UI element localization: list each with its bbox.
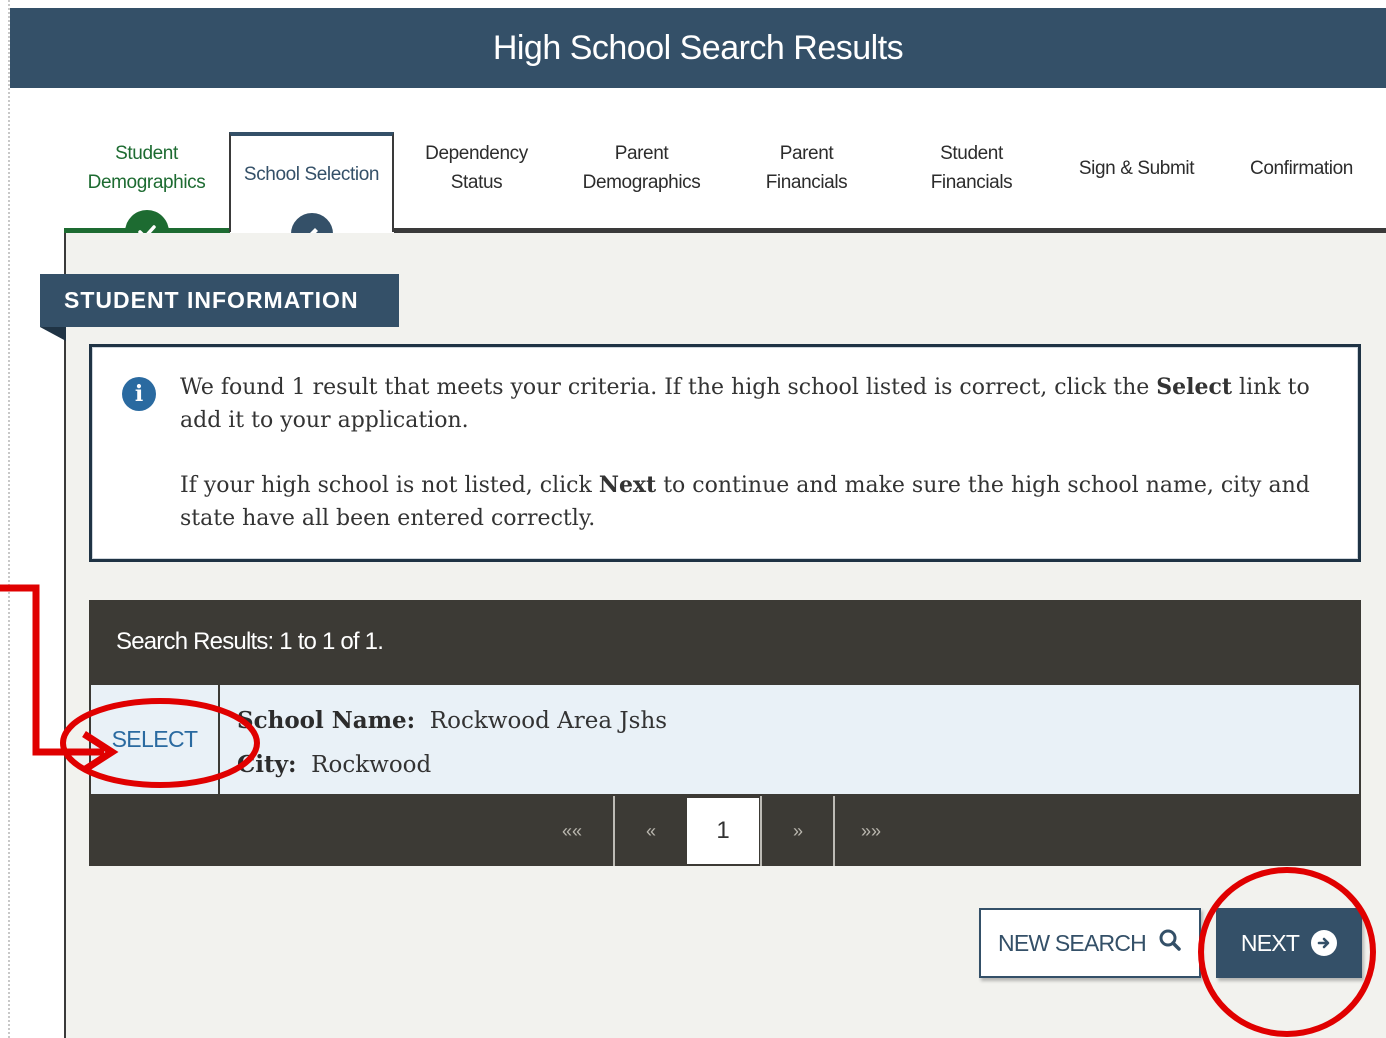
school-name-label: School Name: <box>237 707 416 734</box>
progress-steps: Student Demographics School Selection Dep… <box>64 130 1386 258</box>
info-text: We found 1 result that meets your criter… <box>180 374 1310 531</box>
step-parent-financials[interactable]: Parent Financials <box>724 130 889 230</box>
pagination: «« « 1 » »» <box>89 796 1361 866</box>
step-confirmation[interactable]: Confirmation <box>1219 130 1384 230</box>
new-search-button[interactable]: NEW SEARCH <box>979 908 1201 978</box>
info-icon: i <box>122 377 156 411</box>
pagination-last[interactable]: »» <box>833 796 907 866</box>
school-name-value: Rockwood Area Jshs <box>429 708 668 734</box>
step-sign-submit[interactable]: Sign & Submit <box>1054 130 1219 230</box>
school-info: School Name: Rockwood Area Jshs City: Ro… <box>237 699 667 787</box>
step-parent-demographics[interactable]: Parent Demographics <box>559 130 724 230</box>
school-city-label: City: <box>237 751 297 778</box>
school-city-value: Rockwood <box>311 752 432 778</box>
pagination-first[interactable]: «« <box>536 796 608 866</box>
select-school-link[interactable]: SELECT <box>91 685 220 794</box>
pagination-current-page[interactable]: 1 <box>687 798 759 864</box>
search-results-heading: Search Results: 1 to 1 of 1. <box>89 600 1361 684</box>
step-dependency-status[interactable]: Dependency Status <box>394 130 559 230</box>
step-student-financials[interactable]: Student Financials <box>889 130 1054 230</box>
next-button[interactable]: NEXT <box>1216 908 1362 978</box>
arrow-right-circle-icon <box>1311 930 1338 956</box>
pagination-prev[interactable]: « <box>613 796 687 866</box>
search-icon <box>1158 928 1182 958</box>
table-row: SELECT School Name: Rockwood Area Jshs C… <box>89 683 1361 796</box>
pagination-next[interactable]: » <box>760 796 834 866</box>
page-title: High School Search Results <box>492 28 904 67</box>
info-message: i We found 1 result that meets your crit… <box>89 344 1361 562</box>
section-label-fold <box>40 327 66 341</box>
section-label: STUDENT INFORMATION <box>40 274 399 327</box>
page-left-edge <box>0 0 10 1038</box>
page-header: High School Search Results <box>10 8 1386 88</box>
